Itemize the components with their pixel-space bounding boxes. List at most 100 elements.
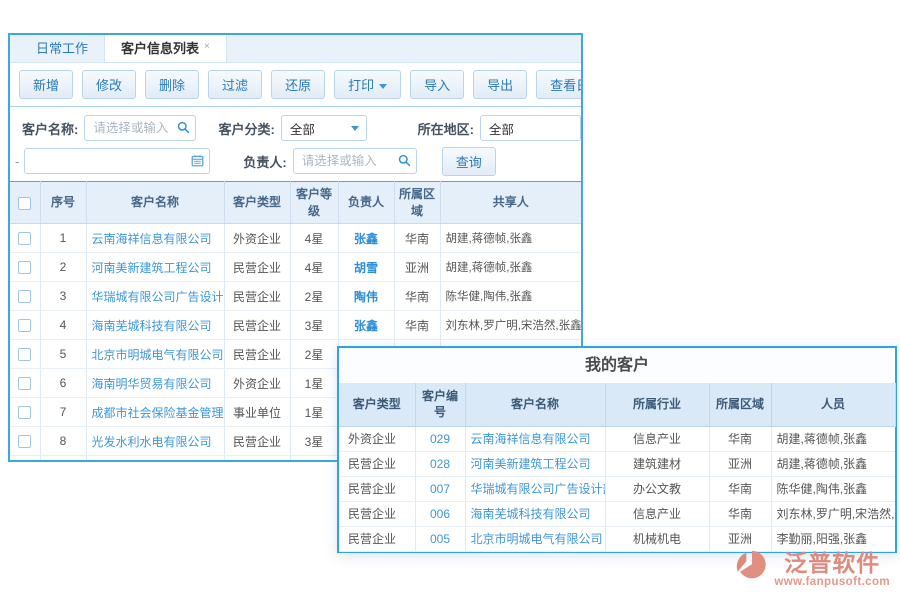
row-checkbox[interactable] xyxy=(18,348,31,361)
calendar-icon[interactable] xyxy=(191,154,204,172)
cell-industry: 信息产业 xyxy=(605,501,709,526)
header-no: 序号 xyxy=(40,182,86,224)
table-row[interactable]: 2 河南美新建筑工程公司 民营企业 4星 胡雪 亚洲 胡建,蒋德帧,张鑫 xyxy=(10,253,581,282)
cell-type: 民营企业 xyxy=(224,340,290,369)
cell-grade: 4星 xyxy=(290,253,338,282)
restore-button[interactable]: 还原 xyxy=(271,70,325,99)
customer-code-link[interactable]: 005 xyxy=(430,532,450,546)
customer-code-link[interactable]: 007 xyxy=(430,482,450,496)
owner-link[interactable]: 张鑫 xyxy=(354,232,378,246)
header-share: 共享人 xyxy=(440,182,581,224)
cell-type: 民营企业 xyxy=(339,501,415,526)
tab-customer-list[interactable]: 客户信息列表× xyxy=(104,33,227,62)
chevron-down-icon xyxy=(351,126,359,131)
owner-link[interactable]: 胡雪 xyxy=(354,261,378,275)
search-icon[interactable] xyxy=(398,154,411,172)
toolbar: 新增 修改 删除 过滤 还原 打印 导入 导出 查看日志 xyxy=(10,63,581,107)
table-row[interactable]: 4 海南芜城科技有限公司 民营企业 3星 张鑫 华南 刘东林,罗广明,宋浩然,张… xyxy=(10,311,581,340)
cell-industry: 信息产业 xyxy=(605,426,709,451)
filter-button[interactable]: 过滤 xyxy=(208,70,262,99)
print-button[interactable]: 打印 xyxy=(334,70,401,99)
customer-code-link[interactable]: 028 xyxy=(430,457,450,471)
cell-type: 事业单位 xyxy=(224,398,290,427)
edit-button[interactable]: 修改 xyxy=(82,70,136,99)
cell-region: 华南 xyxy=(394,311,440,340)
my-customer-row[interactable]: 民营企业 006 海南芜城科技有限公司 信息产业 华南 刘东林,罗广明,宋浩然,… xyxy=(339,501,895,526)
customer-name-link[interactable]: 成都市社会保险基金管理... xyxy=(92,406,225,420)
customer-name-link[interactable]: 河南美新建筑工程公司 xyxy=(471,457,591,471)
row-checkbox[interactable] xyxy=(18,377,31,390)
date-input[interactable] xyxy=(24,148,210,174)
customer-name-label: 客户名称: xyxy=(22,119,78,138)
delete-button[interactable]: 删除 xyxy=(145,70,199,99)
customer-name-link[interactable]: 海南明华贸易有限公司 xyxy=(92,377,212,391)
my-customer-row[interactable]: 民营企业 007 华瑞城有限公司广告设计部 办公文教 华南 陈华健,陶伟,张鑫 xyxy=(339,476,895,501)
cell-no: 2 xyxy=(40,253,86,282)
row-checkbox[interactable] xyxy=(18,290,31,303)
view-log-button[interactable]: 查看日志 xyxy=(536,70,583,99)
tab-close-icon[interactable]: × xyxy=(204,41,210,52)
table-row[interactable]: 3 华瑞城有限公司广告设计部 民营企业 2星 陶伟 华南 陈华健,陶伟,张鑫 xyxy=(10,282,581,311)
my-customers-header-row: 客户类型 客户编号 客户名称 所属行业 所属区域 人员 xyxy=(339,383,895,426)
cell-grade: 4星 xyxy=(290,224,338,253)
cell-type: 民营企业 xyxy=(224,253,290,282)
cell-share: 陈华健,陶伟,张鑫 xyxy=(440,282,581,311)
customer-name-link[interactable]: 北京市明城电气有限公司 xyxy=(92,348,224,362)
select-all-checkbox[interactable] xyxy=(18,197,31,210)
tab-daily-work[interactable]: 日常工作 xyxy=(20,33,104,62)
region-select[interactable]: 全部 xyxy=(480,115,581,141)
customer-category-select[interactable]: 全部 xyxy=(281,115,367,141)
cell-no: 7 xyxy=(40,398,86,427)
customer-code-link[interactable]: 029 xyxy=(430,432,450,446)
row-checkbox[interactable] xyxy=(18,435,31,448)
table-row[interactable]: 1 云南海祥信息有限公司 外资企业 4星 张鑫 华南 胡建,蒋德帧,张鑫 xyxy=(10,224,581,253)
customer-name-link[interactable]: 云南海祥信息有限公司 xyxy=(471,432,591,446)
logo-name: 泛普软件 xyxy=(774,551,890,575)
region-filter-label: 所在地区: xyxy=(418,119,474,138)
tab-bar: 日常工作 客户信息列表× xyxy=(10,35,581,63)
owner-filter-label: 负责人: xyxy=(243,152,286,171)
cell-region: 华南 xyxy=(709,501,771,526)
customer-name-link[interactable]: 河南美新建筑工程公司 xyxy=(92,261,212,275)
ov-header-region: 所属区域 xyxy=(709,383,771,426)
customer-category-value: 全部 xyxy=(290,119,315,138)
row-checkbox[interactable] xyxy=(18,232,31,245)
search-icon[interactable] xyxy=(177,121,190,139)
cell-type: 外资企业 xyxy=(339,426,415,451)
import-button[interactable]: 导入 xyxy=(410,70,464,99)
customer-name-link[interactable]: 华瑞城有限公司广告设计部 xyxy=(471,482,606,496)
select-all-header xyxy=(10,182,40,224)
cell-grade: 2星 xyxy=(290,282,338,311)
header-region: 所属区域 xyxy=(394,182,440,224)
customer-name-link[interactable]: 海南芜城科技有限公司 xyxy=(471,507,591,521)
logo-url: www.fanpusoft.com xyxy=(774,576,890,588)
cell-grade: 2星 xyxy=(290,340,338,369)
my-customer-row[interactable]: 民营企业 028 河南美新建筑工程公司 建筑建材 亚洲 胡建,蒋德帧,张鑫 xyxy=(339,451,895,476)
row-checkbox[interactable] xyxy=(18,319,31,332)
add-button[interactable]: 新增 xyxy=(19,70,73,99)
owner-link[interactable]: 陶伟 xyxy=(354,290,378,304)
row-checkbox[interactable] xyxy=(18,261,31,274)
customer-code-link[interactable]: 006 xyxy=(430,507,450,521)
cell-grade: 1星 xyxy=(290,369,338,398)
my-customers-title: 我的客户 xyxy=(339,348,895,383)
customer-name-link[interactable]: 云南海祥信息有限公司 xyxy=(92,232,212,246)
customer-name-link[interactable]: 华瑞城有限公司广告设计部 xyxy=(92,290,225,304)
customer-name-link[interactable]: 光发水利水电有限公司 xyxy=(92,435,212,449)
date-range-dash: - xyxy=(15,154,19,169)
ov-header-industry: 所属行业 xyxy=(605,383,709,426)
cell-industry: 机械机电 xyxy=(605,526,709,551)
customer-name-link[interactable]: 海南芜城科技有限公司 xyxy=(92,319,212,333)
my-customers-panel: 我的客户 客户类型 客户编号 客户名称 所属行业 所属区域 人员 外资企业 02… xyxy=(337,346,897,553)
filter-area: 客户名称: 客户分类: 全部 所在地区: 全部 - xyxy=(10,107,581,181)
export-button[interactable]: 导出 xyxy=(473,70,527,99)
owner-link[interactable]: 张鑫 xyxy=(354,319,378,333)
region-select-value: 全部 xyxy=(489,119,514,138)
row-checkbox[interactable] xyxy=(18,406,31,419)
ov-header-type: 客户类型 xyxy=(339,383,415,426)
my-customer-row[interactable]: 外资企业 029 云南海祥信息有限公司 信息产业 华南 胡建,蒋德帧,张鑫 xyxy=(339,426,895,451)
cell-grade: 1星 xyxy=(290,398,338,427)
cell-type: 民营企业 xyxy=(224,282,290,311)
customer-name-link[interactable]: 北京市明城电气有限公司 xyxy=(471,532,603,546)
query-button[interactable]: 查询 xyxy=(442,147,496,176)
